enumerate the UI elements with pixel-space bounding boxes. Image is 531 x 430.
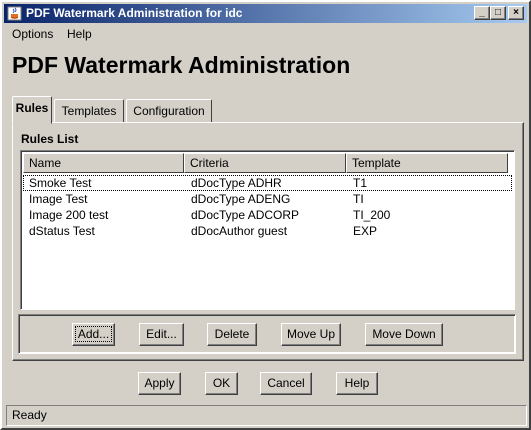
cell-criteria: dDocAuthor guest [191,224,288,238]
cancel-button[interactable]: Cancel [260,372,312,395]
column-header-template[interactable]: Template [346,153,508,173]
ok-button-label: OK [212,376,231,390]
move-up-button[interactable]: Move Up [281,323,341,346]
minimize-icon: _ [479,7,485,18]
maximize-icon: □ [494,7,502,18]
table-row[interactable]: Image Test dDocType ADENG TI [23,191,512,207]
table-row[interactable]: dStatus Test dDocAuthor guest EXP [23,223,512,239]
edit-button[interactable]: Edit... [139,323,184,346]
column-header-name[interactable]: Name [23,153,184,173]
maximize-button[interactable]: □ [490,6,506,20]
cell-name: Image Test [29,192,88,206]
menu-options[interactable]: Options [12,27,53,41]
help-button[interactable]: Help [336,372,378,395]
app-window: PDF Watermark Administration for idc _ □… [0,0,531,430]
add-button[interactable]: Add... [72,323,115,346]
page-title: PDF Watermark Administration [12,52,351,78]
move-down-button-label: Move Down [372,327,436,341]
column-header-criteria[interactable]: Criteria [184,153,346,173]
table-row[interactable]: Smoke Test dDocType ADHR T1 [23,175,512,191]
rules-list-label: Rules List [21,132,79,146]
window-title: PDF Watermark Administration for idc [26,6,243,20]
move-up-button-label: Move Up [286,327,336,341]
close-button[interactable]: × [508,6,524,20]
cell-template: T1 [353,176,368,190]
apply-button[interactable]: Apply [138,372,181,395]
minimize-button[interactable]: _ [474,6,490,20]
cell-criteria: dDocType ADENG [191,192,291,206]
cell-name: Smoke Test [29,176,92,190]
cell-template: TI_200 [353,208,391,222]
title-bar[interactable]: PDF Watermark Administration for idc _ □… [4,4,527,23]
rules-table[interactable]: Name Criteria Template Smoke Test dDocTy… [20,150,515,310]
edit-button-label: Edit... [146,327,177,341]
ok-button[interactable]: OK [205,372,238,395]
move-down-button[interactable]: Move Down [365,323,443,346]
menu-bar: Options Help [4,24,527,43]
tab-rules[interactable]: Rules [12,96,52,124]
java-app-icon [7,6,22,21]
delete-button-label: Delete [214,327,250,341]
status-bar: Ready [6,405,527,426]
cell-name: Image 200 test [29,208,109,222]
table-row[interactable]: Image 200 test dDocType ADCORP TI_200 [23,207,512,223]
tab-configuration[interactable]: Configuration [126,99,212,123]
apply-button-label: Apply [144,376,175,390]
tab-configuration-label: Configuration [133,104,205,118]
cell-criteria: dDocType ADCORP [191,208,300,222]
cell-criteria: dDocType ADHR [191,176,282,190]
tab-templates[interactable]: Templates [54,99,124,123]
cell-template: TI [353,192,364,206]
menu-help[interactable]: Help [67,27,92,41]
tab-templates-label: Templates [61,104,117,118]
tab-rules-label: Rules [15,101,49,115]
cell-name: dStatus Test [29,224,95,238]
close-icon: × [513,7,519,18]
cell-template: EXP [353,224,378,238]
help-button-label: Help [344,376,370,390]
cancel-button-label: Cancel [267,376,305,390]
delete-button[interactable]: Delete [207,323,257,346]
add-button-label: Add... [74,326,113,342]
